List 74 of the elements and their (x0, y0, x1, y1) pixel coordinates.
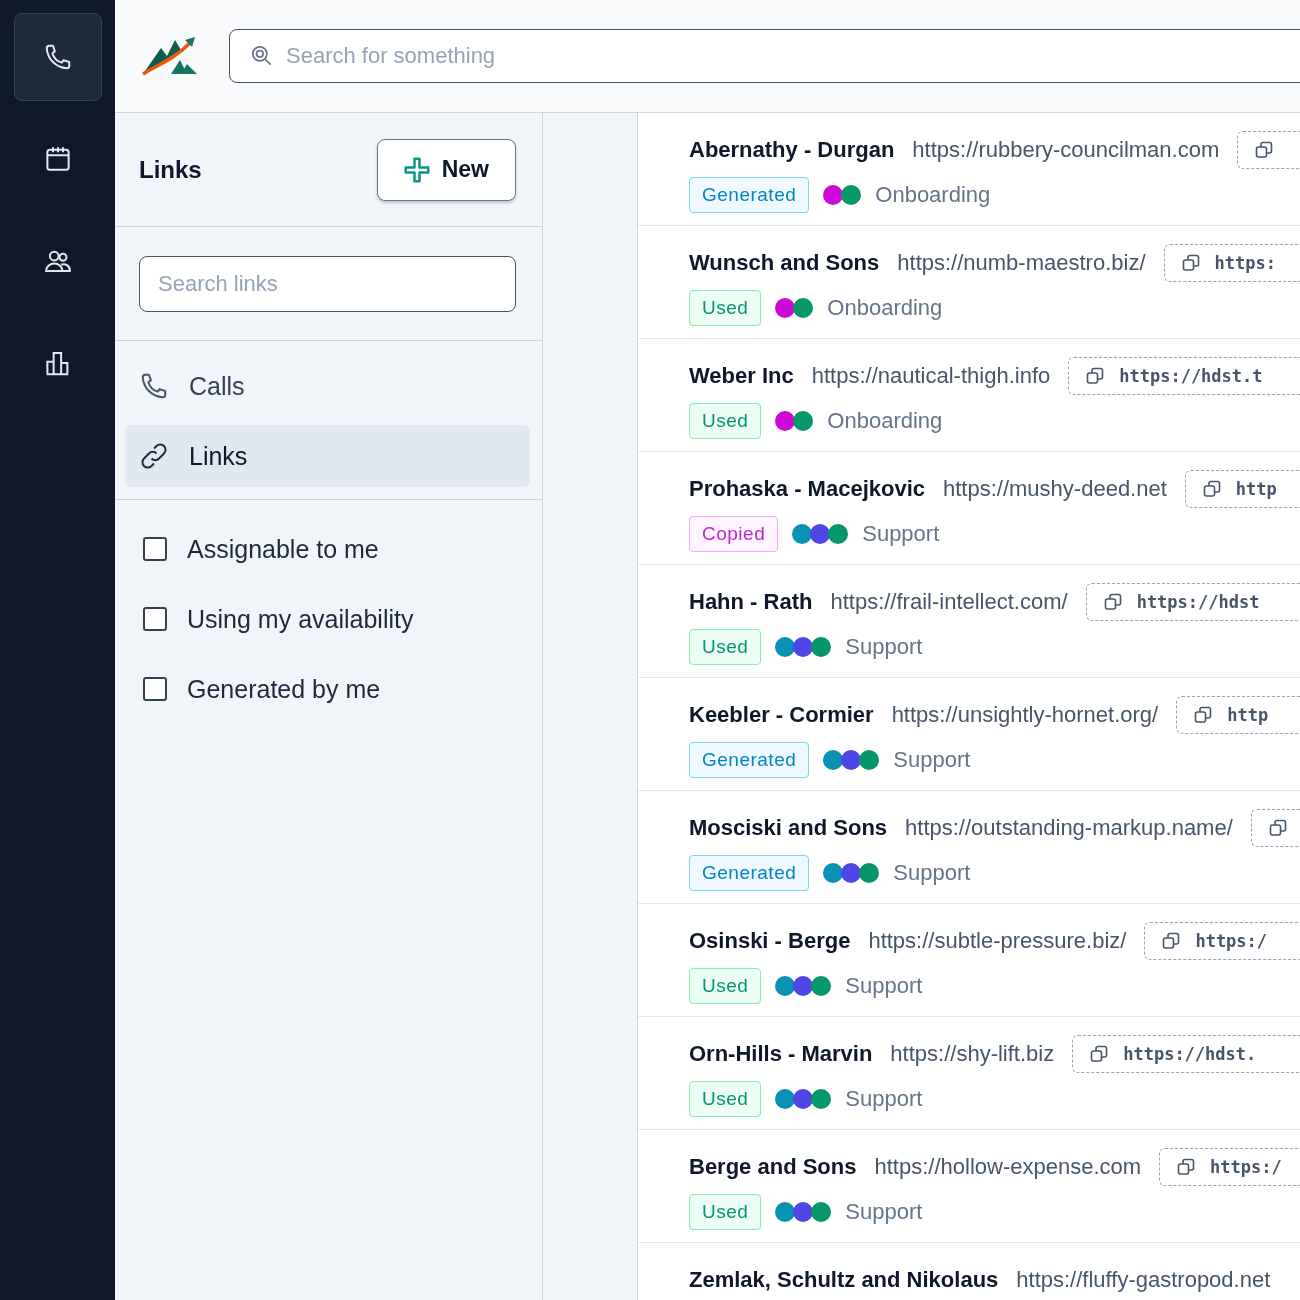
link-name: Abernathy - Durgan (689, 137, 895, 163)
panel-title: Links (139, 155, 202, 184)
link-name: Orn-Hills - Marvin (689, 1041, 873, 1067)
filter-label: Assignable to me (187, 534, 379, 564)
phone-icon (139, 371, 169, 401)
status-tag: Used (689, 403, 762, 439)
copy-icon (1267, 818, 1288, 838)
copy-icon (1254, 140, 1275, 160)
team-label: Support (893, 860, 971, 886)
copy-url-button[interactable]: https://hdst. (1072, 1035, 1300, 1073)
status-tag: Used (689, 629, 762, 665)
status-tag: Used (689, 968, 762, 1004)
copy-icon (1193, 705, 1214, 725)
copy-icon (1089, 1044, 1110, 1064)
link-url[interactable]: https://shy-lift.biz (890, 1041, 1055, 1067)
copy-icon (1161, 931, 1182, 951)
link-name: Mosciski and Sons (689, 815, 888, 841)
team-label: Support (845, 1199, 923, 1225)
search-field[interactable]: Search for something (229, 29, 1300, 83)
copy-icon (1102, 592, 1123, 612)
copy-icon (1180, 253, 1201, 273)
link-url[interactable]: https://nautical-thigh.info (811, 363, 1051, 389)
copy-url-button[interactable]: https://hdst (1085, 583, 1300, 621)
copy-icon (1201, 479, 1222, 499)
team-label: Onboarding (875, 182, 991, 208)
copy-url-button[interactable]: https: (1163, 244, 1300, 282)
filter-label: Using my availability (187, 604, 414, 634)
link-name: Osinski - Berge (689, 928, 851, 954)
link-name: Keebler - Cormier (689, 702, 874, 728)
status-tag: Used (689, 1194, 762, 1230)
link-name: Hahn - Rath (689, 589, 813, 615)
checkbox[interactable] (143, 537, 167, 561)
nav-item[interactable]: Calls (125, 355, 530, 417)
team-label: Onboarding (827, 295, 943, 321)
status-tag: Used (689, 290, 762, 326)
status-tag: Generated (689, 855, 810, 891)
team-label: Support (862, 521, 940, 547)
status-tag: Copied (689, 516, 779, 552)
link-url[interactable]: https://outstanding-markup.name/ (905, 815, 1233, 841)
status-tag: Used (689, 1081, 762, 1117)
copy-url-button[interactable]: http (1176, 696, 1300, 734)
team-label: Onboarding (827, 408, 943, 434)
team-label: Support (893, 747, 971, 773)
checkbox[interactable] (143, 677, 167, 701)
link-url[interactable]: https://frail-intellect.com/ (830, 589, 1068, 615)
search-links-field[interactable]: Search links (139, 255, 516, 312)
nav-item[interactable]: Links (125, 425, 530, 487)
link-url[interactable]: https://hollow-expense.com (874, 1154, 1142, 1180)
link-url[interactable]: https://numb-maestro.biz/ (897, 250, 1146, 276)
link-name: Wunsch and Sons (689, 250, 880, 276)
copy-url-button[interactable]: https:/ (1159, 1148, 1300, 1186)
link-name: Weber Inc (689, 363, 794, 389)
copy-icon (1176, 1157, 1197, 1177)
team-label: Support (845, 634, 923, 660)
team-label: Support (845, 973, 923, 999)
link-url[interactable]: https://fluffy-gastropod.net (1016, 1267, 1271, 1293)
copy-url-button[interactable]: https://hdst.t (1068, 357, 1300, 395)
link-name: Zemlak, Schultz and Nikolaus (689, 1267, 999, 1293)
filter-label: Generated by me (187, 674, 381, 704)
copy-url-button[interactable]: https:/ (1144, 922, 1300, 960)
status-tag: Generated (689, 742, 810, 778)
copy-icon (1085, 366, 1106, 386)
copy-url-button[interactable]: http (1184, 470, 1300, 508)
link-name: Prohaska - Macejkovic (689, 476, 925, 502)
new-button[interactable]: New (376, 138, 516, 201)
checkbox[interactable] (143, 607, 167, 631)
link-url[interactable]: https://subtle-pressure.biz/ (868, 928, 1127, 954)
team-label: Support (845, 1086, 923, 1112)
link-url[interactable]: https://unsightly-hornet.org/ (891, 702, 1159, 728)
link-url[interactable]: https://rubbery-councilman.com (912, 137, 1220, 163)
link-icon (139, 441, 169, 471)
status-tag: Generated (689, 177, 810, 213)
link-name: Berge and Sons (689, 1154, 857, 1180)
link-url[interactable]: https://mushy-deed.net (943, 476, 1167, 502)
